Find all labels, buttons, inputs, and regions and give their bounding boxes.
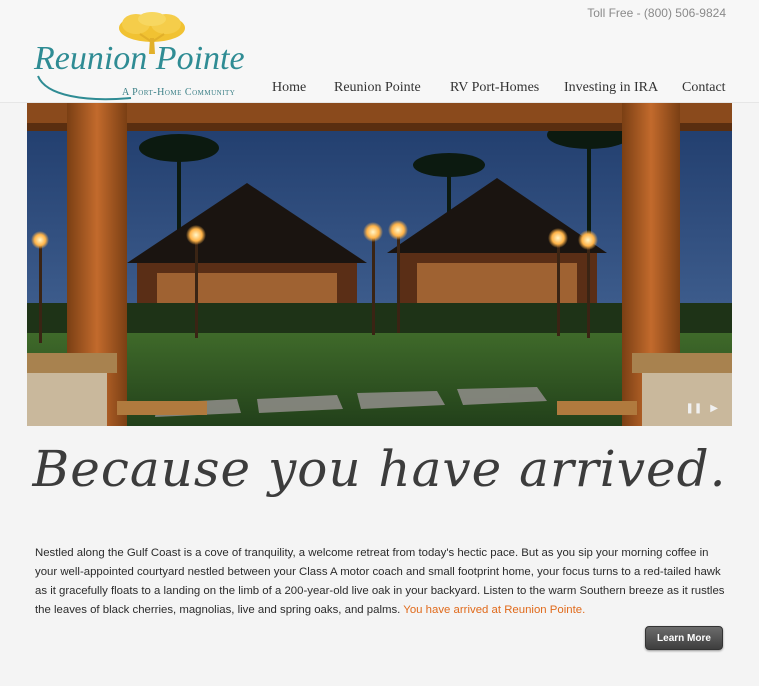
hero-image <box>27 103 732 426</box>
hero-slideshow[interactable]: ❚❚ ▶ <box>27 103 732 426</box>
logo-subtitle: A Port-Home Community <box>122 87 236 98</box>
intro-text: Nestled along the Gulf Coast is a cove o… <box>35 547 725 616</box>
nav-home[interactable]: Home <box>272 80 306 96</box>
nav-rv-port-homes[interactable]: RV Port-Homes <box>450 80 539 96</box>
nav-reunion-pointe[interactable]: Reunion Pointe <box>334 80 421 96</box>
nav-investing-in-ira[interactable]: Investing in IRA <box>564 80 658 96</box>
toll-free-number[interactable]: Toll Free - (800) 506-9824 <box>587 6 726 20</box>
slideshow-controls: ❚❚ ▶ <box>686 403 718 414</box>
site-header: Toll Free - (800) 506-9824 Reunion Point… <box>0 0 759 103</box>
intro-paragraph: Nestled along the Gulf Coast is a cove o… <box>35 544 725 620</box>
highlight-text: You have arrived at Reunion Pointe. <box>403 604 586 616</box>
play-icon[interactable]: ▶ <box>710 403 718 414</box>
tagline-heading: Because you have arrived. <box>32 440 727 498</box>
pause-icon[interactable]: ❚❚ <box>686 403 703 414</box>
logo[interactable]: Reunion Pointe A Port-Home Community <box>34 12 266 101</box>
learn-more-button[interactable]: Learn More <box>645 626 723 650</box>
nav-contact[interactable]: Contact <box>682 80 726 96</box>
logo-swoosh <box>37 75 132 101</box>
